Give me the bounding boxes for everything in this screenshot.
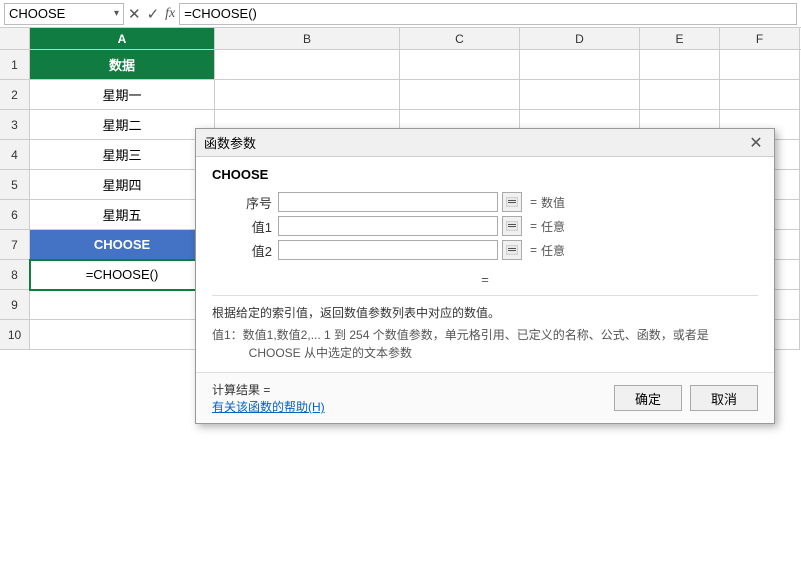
param-ref-btn-val1[interactable]: [502, 216, 522, 236]
equals-sign: =: [481, 272, 489, 287]
param-ref-btn-index[interactable]: [502, 192, 522, 212]
param-row-val2: 值2 = 任意: [212, 240, 758, 260]
dialog-params: 序号 = 数值 值1: [212, 192, 758, 260]
formula-icons: ✕ ✓ fx: [128, 5, 175, 23]
dialog-func-name: CHOOSE: [212, 167, 758, 182]
param-label-index: 序号: [212, 193, 272, 212]
param-ref-btn-val2[interactable]: [502, 240, 522, 260]
dialog-body: CHOOSE 序号 = 数值: [196, 157, 774, 372]
fx-icon[interactable]: fx: [165, 6, 175, 22]
confirm-button[interactable]: 确定: [614, 385, 682, 411]
param-row-val1: 值1 = 任意: [212, 216, 758, 236]
param-input-val2[interactable]: [278, 240, 498, 260]
calc-result: 计算结果 =: [212, 381, 325, 398]
param-eq-3: =: [530, 243, 537, 257]
dialog-description: 根据给定的索引值，返回数值参数列表中对应的数值。 值1：数值1,数值2,... …: [212, 295, 758, 362]
cancel-button[interactable]: 取消: [690, 385, 758, 411]
formula-bar: CHOOSE ▾ ✕ ✓ fx =CHOOSE(): [0, 0, 801, 28]
dialog-titlebar: 函数参数 ✕: [196, 129, 774, 157]
equals-row: =: [212, 268, 758, 291]
param-input-container-index: = 数值: [278, 192, 758, 212]
param-result-index: 数值: [541, 194, 565, 211]
name-box[interactable]: CHOOSE ▾: [4, 3, 124, 25]
param-label-val1: 值1: [212, 217, 272, 236]
param-row-index: 序号 = 数值: [212, 192, 758, 212]
param-eq-1: =: [530, 195, 537, 209]
dialog-buttons: 确定 取消: [614, 385, 758, 411]
param-result-val2: 任意: [541, 242, 565, 259]
param-input-container-val1: = 任意: [278, 216, 758, 236]
name-box-dropdown-icon[interactable]: ▾: [114, 8, 119, 19]
dialog-desc-detail: 值1：数值1,数值2,... 1 到 254 个数值参数，单元格引用、已定义的名…: [212, 326, 758, 362]
dialog-desc-main: 根据给定的索引值，返回数值参数列表中对应的数值。: [212, 304, 758, 322]
param-input-container-val2: = 任意: [278, 240, 758, 260]
dialog-footer-left: 计算结果 = 有关该函数的帮助(H): [212, 381, 325, 415]
formula-input[interactable]: =CHOOSE(): [179, 3, 797, 25]
param-input-val1[interactable]: [278, 216, 498, 236]
name-box-text: CHOOSE: [9, 6, 65, 21]
confirm-formula-icon[interactable]: ✓: [147, 5, 160, 23]
dialog-footer: 计算结果 = 有关该函数的帮助(H) 确定 取消: [196, 372, 774, 423]
function-args-dialog: 函数参数 ✕ CHOOSE 序号 =: [195, 128, 775, 424]
dialog-help-link[interactable]: 有关该函数的帮助(H): [212, 400, 325, 414]
dialog-close-button[interactable]: ✕: [746, 133, 766, 153]
param-result-val1: 任意: [541, 218, 565, 235]
spreadsheet: A B C D E F 1 数据 2 星期一 3: [0, 28, 801, 350]
cancel-formula-icon[interactable]: ✕: [128, 5, 141, 23]
param-eq-2: =: [530, 219, 537, 233]
formula-value: =CHOOSE(): [184, 6, 257, 21]
dialog-title: 函数参数: [204, 133, 256, 152]
param-label-val2: 值2: [212, 241, 272, 260]
param-input-index[interactable]: [278, 192, 498, 212]
dialog-overlay: 函数参数 ✕ CHOOSE 序号 =: [0, 28, 801, 350]
